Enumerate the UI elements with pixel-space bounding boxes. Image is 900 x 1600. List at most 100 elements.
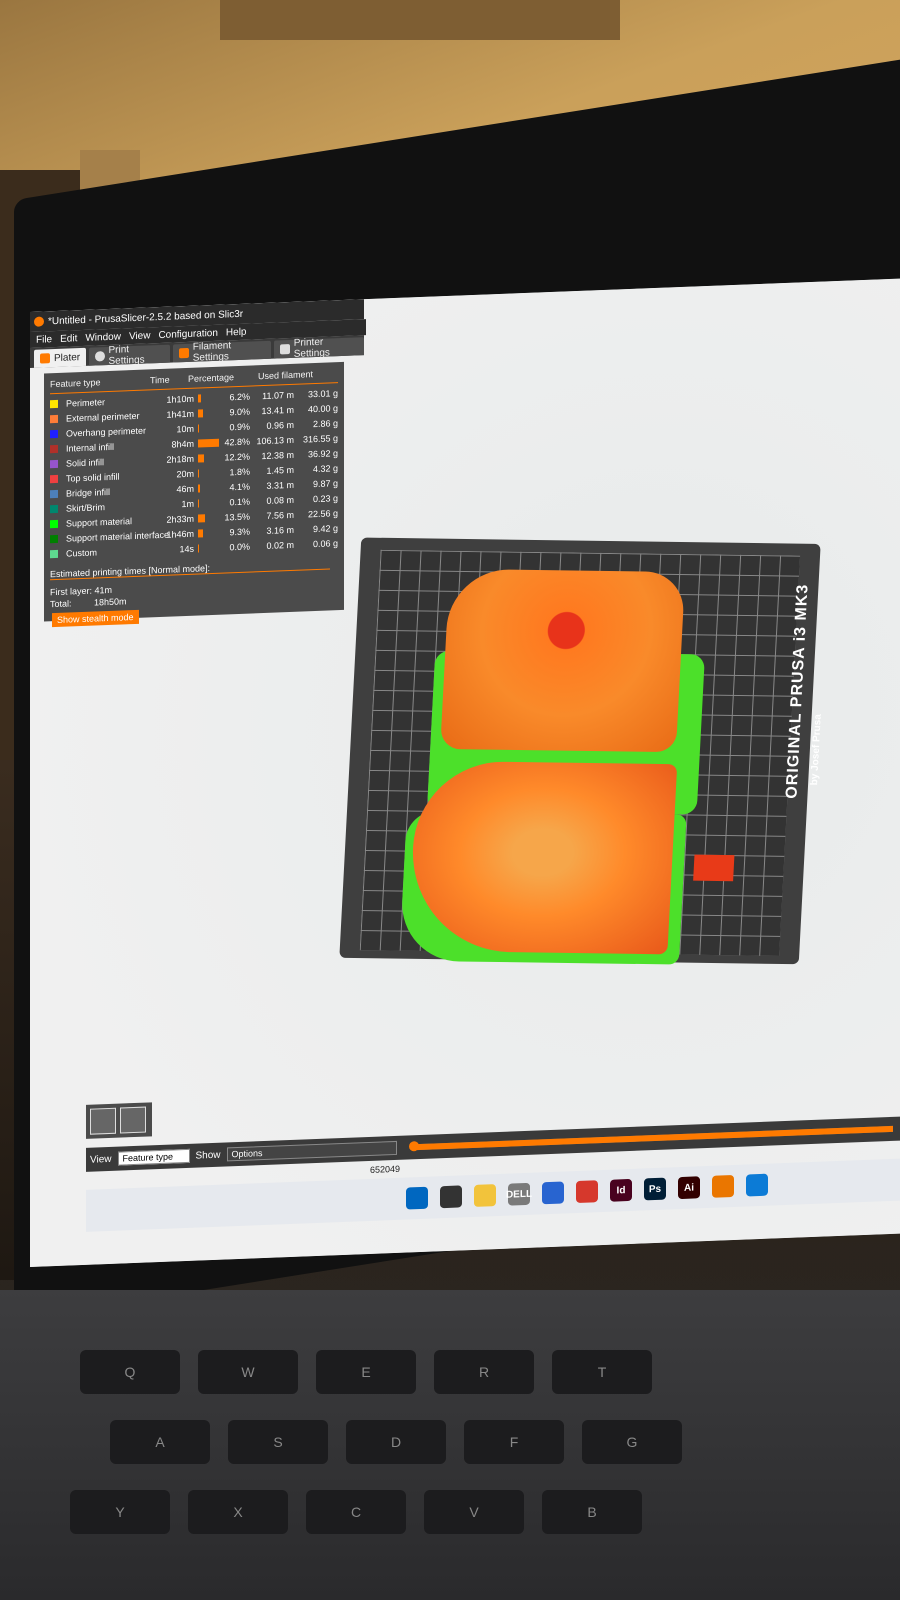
key[interactable]: C xyxy=(306,1490,406,1534)
prusaslicer-icon xyxy=(34,316,44,327)
gear-icon xyxy=(95,351,105,362)
menu-edit[interactable]: Edit xyxy=(60,333,77,345)
layer-view-icon[interactable] xyxy=(120,1106,146,1134)
key[interactable]: R xyxy=(434,1350,534,1394)
feature-percentage: 0.0% xyxy=(229,541,250,553)
feature-length: 0.02 m xyxy=(266,539,294,551)
feature-time: 46m xyxy=(176,483,194,495)
key[interactable]: A xyxy=(110,1420,210,1464)
menu-configuration[interactable]: Configuration xyxy=(158,327,217,340)
bed-grid xyxy=(359,549,801,965)
legend-swatch xyxy=(50,444,58,454)
feature-time: 10m xyxy=(176,423,194,435)
header-filament: Used filament xyxy=(258,369,314,382)
show-select[interactable]: Options xyxy=(226,1140,397,1162)
feature-name: Support material interface xyxy=(66,529,170,544)
menu-help[interactable]: Help xyxy=(226,326,247,338)
key[interactable]: W xyxy=(198,1350,298,1394)
3d-view-icon[interactable] xyxy=(90,1107,116,1135)
laptop-screen: *Untitled - PrusaSlicer-2.5.2 based on S… xyxy=(30,278,900,1267)
percentage-bar-fill xyxy=(198,499,199,508)
print-bed: ORIGINAL PRUSA i3 MK3 by Josef Prusa xyxy=(339,537,824,965)
tab-filament-settings-label: Filament Settings xyxy=(192,340,232,364)
feature-percentage: 6.2% xyxy=(229,391,250,403)
sliced-part-2[interactable] xyxy=(407,760,678,955)
legend-swatch xyxy=(50,549,58,559)
slider-value: 652049 xyxy=(370,1163,401,1175)
feature-percentage: 12.2% xyxy=(224,451,250,463)
percentage-bar-fill xyxy=(198,544,199,553)
chrome-icon[interactable] xyxy=(576,1180,598,1204)
percentage-bar xyxy=(198,499,220,508)
view-toggle[interactable] xyxy=(86,1102,152,1139)
menu-file[interactable]: File xyxy=(36,334,52,346)
key[interactable]: Y xyxy=(70,1490,170,1534)
task-view-icon[interactable] xyxy=(440,1185,462,1209)
key[interactable]: T xyxy=(552,1350,652,1394)
feature-time: 14s xyxy=(179,543,194,555)
feature-weight: 9.87 g xyxy=(312,478,338,490)
key[interactable]: D xyxy=(346,1420,446,1464)
legend-swatch xyxy=(50,399,58,409)
tab-filament-settings[interactable]: Filament Settings xyxy=(173,340,272,364)
windows-start-icon[interactable] xyxy=(406,1186,428,1210)
edge-icon[interactable] xyxy=(746,1173,768,1197)
percentage-bar-fill xyxy=(198,469,199,478)
percentage-bar-fill xyxy=(198,484,200,493)
key[interactable]: X xyxy=(188,1490,288,1534)
key[interactable]: S xyxy=(228,1420,328,1464)
tab-print-settings-label: Print Settings xyxy=(108,344,145,367)
legend-swatch xyxy=(50,459,58,469)
key[interactable]: F xyxy=(464,1420,564,1464)
sliced-part-3[interactable] xyxy=(693,854,735,882)
percentage-bar xyxy=(198,394,220,403)
feature-weight: 9.42 g xyxy=(312,523,338,535)
feature-name: Overhang perimeter xyxy=(66,425,147,439)
feature-weight: 0.06 g xyxy=(312,538,338,550)
feature-weight: 4.32 g xyxy=(312,463,338,475)
feature-length: 106.13 m xyxy=(256,434,294,447)
feature-percentage: 13.5% xyxy=(224,511,250,523)
percentage-bar xyxy=(198,469,220,478)
key[interactable]: V xyxy=(424,1490,524,1534)
feature-percentage: 1.8% xyxy=(229,466,250,478)
file-explorer-icon[interactable] xyxy=(474,1184,496,1207)
percentage-bar xyxy=(198,438,220,448)
tab-printer-settings[interactable]: Printer Settings xyxy=(274,337,364,360)
todo-icon[interactable] xyxy=(542,1181,564,1205)
legend-panel: Feature type Time Percentage Used filame… xyxy=(44,361,344,628)
percentage-bar xyxy=(198,409,220,418)
view-select[interactable]: Feature type xyxy=(117,1148,190,1166)
feature-percentage: 9.3% xyxy=(229,526,250,538)
header-feature: Feature type xyxy=(50,377,101,390)
feature-length: 3.31 m xyxy=(266,479,294,491)
key[interactable]: B xyxy=(542,1490,642,1534)
menu-view[interactable]: View xyxy=(129,330,151,342)
feature-time: 1h46m xyxy=(166,528,194,540)
feature-time: 20m xyxy=(176,468,194,480)
percentage-bar-fill xyxy=(198,529,203,538)
key[interactable]: G xyxy=(582,1420,682,1464)
menu-window[interactable]: Window xyxy=(85,331,121,343)
key[interactable]: Q xyxy=(80,1350,180,1394)
first-layer: First layer: 41m xyxy=(50,585,112,597)
sliced-part-1[interactable] xyxy=(440,568,686,753)
feature-name: Internal infill xyxy=(66,441,115,454)
tab-print-settings[interactable]: Print Settings xyxy=(89,344,171,367)
feature-weight: 33.01 g xyxy=(307,388,338,400)
feature-name: External perimeter xyxy=(66,410,140,424)
slider-handle[interactable] xyxy=(408,1141,419,1152)
percentage-bar-fill xyxy=(198,454,204,463)
photoshop-icon[interactable]: Ps xyxy=(644,1177,666,1201)
percentage-bar xyxy=(198,484,220,493)
dell-icon[interactable]: DELL xyxy=(506,1182,532,1206)
feature-name: Support material xyxy=(66,516,133,529)
illustrator-icon[interactable]: Ai xyxy=(678,1176,700,1200)
percentage-bar-fill xyxy=(198,394,201,403)
feature-weight: 40.00 g xyxy=(307,403,338,415)
tab-plater[interactable]: Plater xyxy=(34,347,87,368)
feature-percentage: 4.1% xyxy=(229,481,250,493)
key[interactable]: E xyxy=(316,1350,416,1394)
indesign-icon[interactable]: Id xyxy=(610,1178,632,1202)
blender-icon[interactable] xyxy=(712,1174,734,1198)
